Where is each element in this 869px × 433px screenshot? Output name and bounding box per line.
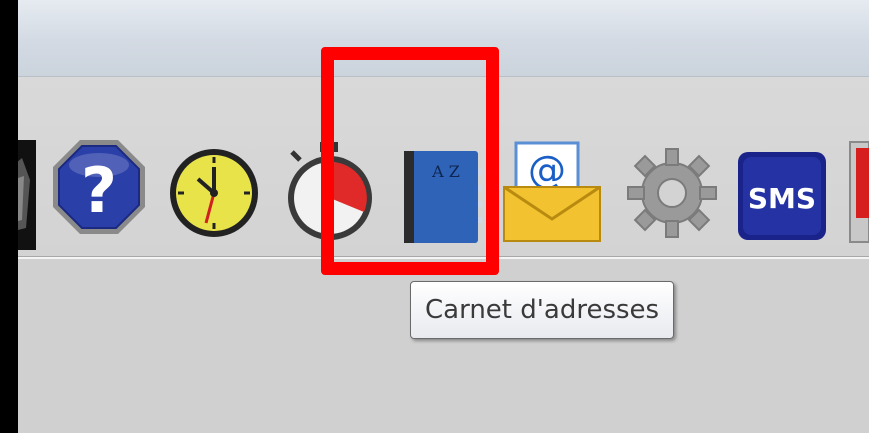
red-partial-icon [849, 141, 869, 243]
email-envelope-icon: @ [503, 141, 601, 242]
at-sign: @ [528, 148, 566, 192]
help-button[interactable]: ? [50, 137, 148, 237]
address-book-tooltip: Carnet d'adresses [410, 281, 675, 339]
highlight-box [321, 47, 499, 275]
gear-icon [627, 148, 717, 238]
help-octagon-icon: ? [53, 140, 145, 234]
dark-partial-icon [18, 140, 36, 250]
email-button[interactable]: @ [502, 139, 602, 243]
partial-red-icon[interactable] [846, 141, 869, 243]
sms-icon-label: SMS [748, 182, 816, 215]
svg-text:?: ? [81, 154, 117, 227]
sms-icon: SMS [738, 152, 826, 240]
partial-dark-icon[interactable] [18, 140, 40, 250]
clock-icon [170, 149, 258, 237]
sms-button[interactable]: SMS [736, 150, 828, 242]
clock-button[interactable] [166, 145, 262, 241]
settings-button[interactable] [624, 145, 720, 241]
